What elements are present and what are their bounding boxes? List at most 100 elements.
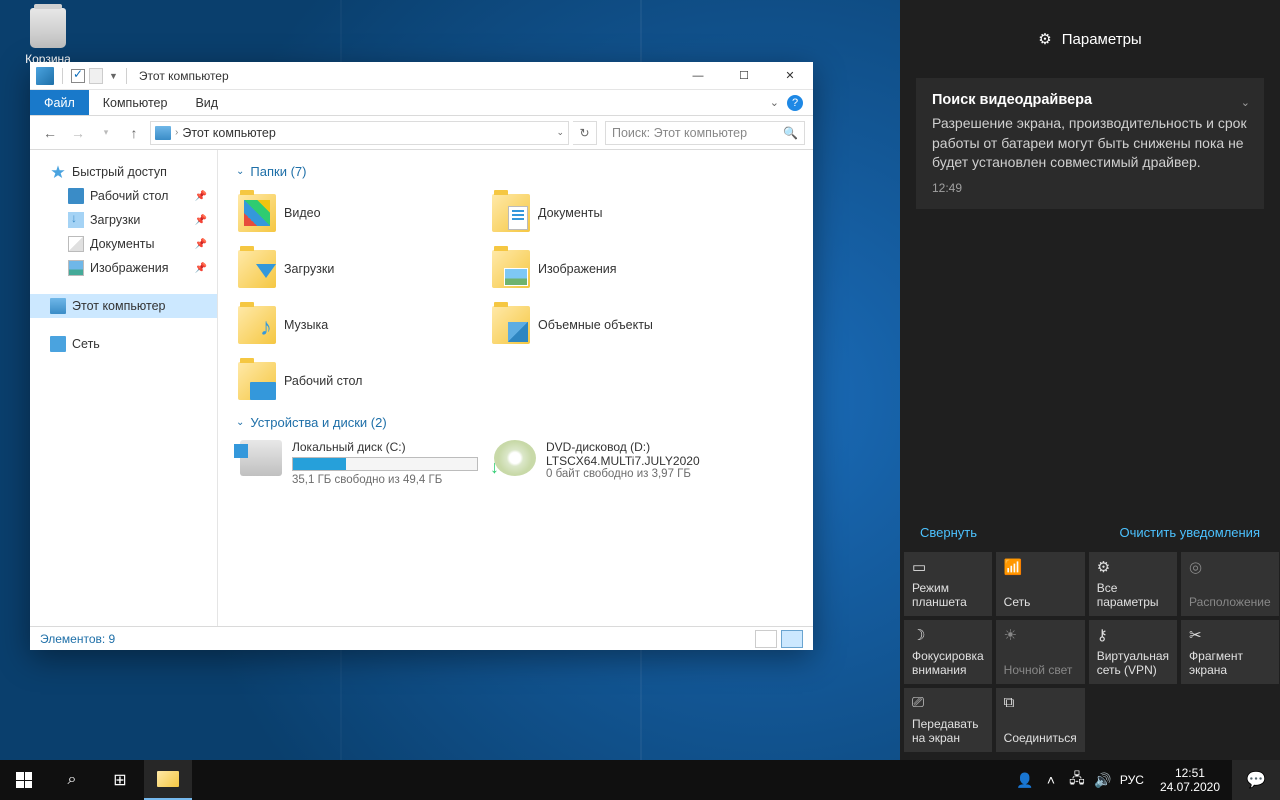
nav-documents[interactable]: Документы 📌: [30, 232, 217, 256]
tab-computer[interactable]: Компьютер: [89, 90, 182, 115]
nav-network[interactable]: Сеть: [30, 332, 217, 356]
document-icon: [68, 236, 84, 252]
quick-action-tile[interactable]: ⎚Передавать на экран: [904, 688, 992, 752]
tile-label: Ночной свет: [1004, 664, 1077, 678]
nav-this-pc[interactable]: Этот компьютер: [30, 294, 217, 318]
back-button[interactable]: ←: [38, 121, 62, 145]
pin-icon: 📌: [195, 239, 207, 250]
notification-body: Разрешение экрана, производительность и …: [932, 114, 1248, 173]
tile-label: Режим планшета: [912, 582, 984, 610]
folder-icon: [157, 771, 179, 787]
nav-quick-access[interactable]: Быстрый доступ: [30, 160, 217, 184]
group-folders-header[interactable]: ⌄ Папки (7): [236, 158, 795, 185]
action-center-button[interactable]: 💬: [1232, 760, 1280, 800]
folder-desktop[interactable]: Рабочий стол: [236, 353, 490, 409]
quick-action-tile[interactable]: ⧉Соединиться: [996, 688, 1085, 752]
volume-icon[interactable]: 🔊: [1094, 772, 1112, 789]
start-button[interactable]: [0, 760, 48, 800]
search-button[interactable]: ⌕: [48, 760, 96, 800]
properties-icon[interactable]: [71, 69, 85, 83]
network-icon[interactable]: 🖧: [1068, 768, 1086, 792]
quick-action-tile[interactable]: ✂Фрагмент экрана: [1181, 620, 1279, 684]
separator: [126, 68, 127, 84]
people-icon[interactable]: 👤: [1016, 772, 1034, 789]
tile-icon: ⚙: [1097, 558, 1169, 578]
quick-action-tile[interactable]: ☽Фокусировка внимания: [904, 620, 992, 684]
maximize-button[interactable]: ☐: [721, 62, 767, 90]
address-dropdown-icon[interactable]: ⌄: [556, 127, 564, 138]
download-icon: [68, 212, 84, 228]
tile-icon: 📶: [1004, 558, 1077, 578]
qat-dropdown-icon[interactable]: ▼: [109, 71, 118, 81]
navigation-pane: Быстрый доступ Рабочий стол 📌 Загрузки 📌…: [30, 150, 218, 626]
pin-icon: 📌: [195, 263, 207, 274]
tile-icon: ▭: [912, 558, 984, 578]
collapse-link[interactable]: Свернуть: [920, 525, 977, 540]
clock[interactable]: 12:51 24.07.2020: [1152, 766, 1228, 795]
tab-file[interactable]: Файл: [30, 90, 89, 115]
pin-icon: 📌: [195, 215, 207, 226]
nav-desktop[interactable]: Рабочий стол 📌: [30, 184, 217, 208]
folder-downloads[interactable]: Загрузки: [236, 241, 490, 297]
recent-dropdown-icon[interactable]: ▾: [94, 121, 118, 145]
star-icon: [50, 164, 66, 180]
address-location[interactable]: Этот компьютер: [182, 126, 275, 140]
folder-music[interactable]: ♪Музыка: [236, 297, 490, 353]
nav-pictures[interactable]: Изображения 📌: [30, 256, 217, 280]
quick-action-tile[interactable]: ▭ Режим планшета: [904, 552, 992, 616]
address-bar[interactable]: › Этот компьютер ⌄: [150, 121, 569, 145]
drive-d[interactable]: DVD-дисковод (D:) LTSCX64.MULTi7.JULY202…: [490, 436, 744, 490]
search-input[interactable]: Поиск: Этот компьютер 🔍: [605, 121, 805, 145]
close-button[interactable]: ✕: [767, 62, 813, 90]
content-pane[interactable]: ⌄ Папки (7) Видео Документы Загрузки Изо…: [218, 150, 813, 626]
view-tiles-button[interactable]: [781, 630, 803, 648]
folder-icon: [238, 194, 276, 232]
folder-3d-objects[interactable]: Объемные объекты: [490, 297, 744, 353]
minimize-button[interactable]: —: [675, 62, 721, 90]
hdd-icon: [240, 440, 282, 476]
tile-label: Все параметры: [1097, 582, 1169, 610]
forward-button[interactable]: →: [66, 121, 90, 145]
action-center-header[interactable]: ⚙ Параметры: [900, 0, 1280, 78]
up-button[interactable]: ↑: [122, 121, 146, 145]
notification-card[interactable]: Поиск видеодрайвера Разрешение экрана, п…: [916, 78, 1264, 209]
tile-label: Соединиться: [1004, 732, 1077, 746]
task-view-button[interactable]: ⊞: [96, 760, 144, 800]
tray-overflow-icon[interactable]: ˄: [1042, 772, 1060, 788]
search-icon[interactable]: 🔍: [783, 126, 798, 140]
dvd-icon: [494, 440, 536, 476]
clear-link[interactable]: Очистить уведомления: [1120, 525, 1260, 540]
pc-icon: [155, 126, 171, 140]
drive-c[interactable]: Локальный диск (C:) 35,1 ГБ свободно из …: [236, 436, 490, 490]
view-details-button[interactable]: [755, 630, 777, 648]
tab-view[interactable]: Вид: [181, 90, 232, 115]
quick-action-tile[interactable]: ⚷Виртуальная сеть (VPN): [1089, 620, 1177, 684]
app-icon: [36, 67, 54, 85]
group-drives-header[interactable]: ⌄ Устройства и диски (2): [236, 409, 795, 436]
folder-videos[interactable]: Видео: [236, 185, 490, 241]
chevron-down-icon: ⌄: [236, 417, 244, 428]
address-row: ← → ▾ ↑ › Этот компьютер ⌄ ↻ Поиск: Этот…: [30, 116, 813, 150]
tile-label: Расположение: [1189, 596, 1271, 610]
titlebar[interactable]: ▼ Этот компьютер — ☐ ✕: [30, 62, 813, 90]
quick-actions: ▭ Режим планшета 📶Сеть ⚙ Все параметры ◎Распо…: [900, 548, 1280, 760]
folder-icon: ♪: [238, 306, 276, 344]
folder-pictures[interactable]: Изображения: [490, 241, 744, 297]
quick-action-tile[interactable]: ◎Расположение: [1181, 552, 1279, 616]
taskbar: ⌕ ⊞ 👤 ˄ 🖧 🔊 РУС 12:51 24.07.2020 💬: [0, 760, 1280, 800]
folder-documents[interactable]: Документы: [490, 185, 744, 241]
nav-downloads[interactable]: Загрузки 📌: [30, 208, 217, 232]
help-icon[interactable]: ?: [787, 95, 803, 111]
refresh-button[interactable]: ↻: [573, 121, 597, 145]
language-indicator[interactable]: РУС: [1120, 773, 1144, 787]
quick-action-tile[interactable]: ☀Ночной свет: [996, 620, 1085, 684]
taskbar-explorer[interactable]: [144, 760, 192, 800]
quick-action-tile[interactable]: 📶Сеть: [996, 552, 1085, 616]
new-folder-icon[interactable]: [89, 68, 103, 84]
quick-action-tile[interactable]: ⚙ Все параметры: [1089, 552, 1177, 616]
recycle-bin[interactable]: Корзина: [18, 8, 78, 66]
drive-free-space: 35,1 ГБ свободно из 49,4 ГБ: [292, 474, 478, 486]
chevron-down-icon[interactable]: ⌄: [1241, 96, 1250, 109]
network-icon: [50, 336, 66, 352]
ribbon-expand-icon[interactable]: ⌄: [770, 96, 779, 109]
